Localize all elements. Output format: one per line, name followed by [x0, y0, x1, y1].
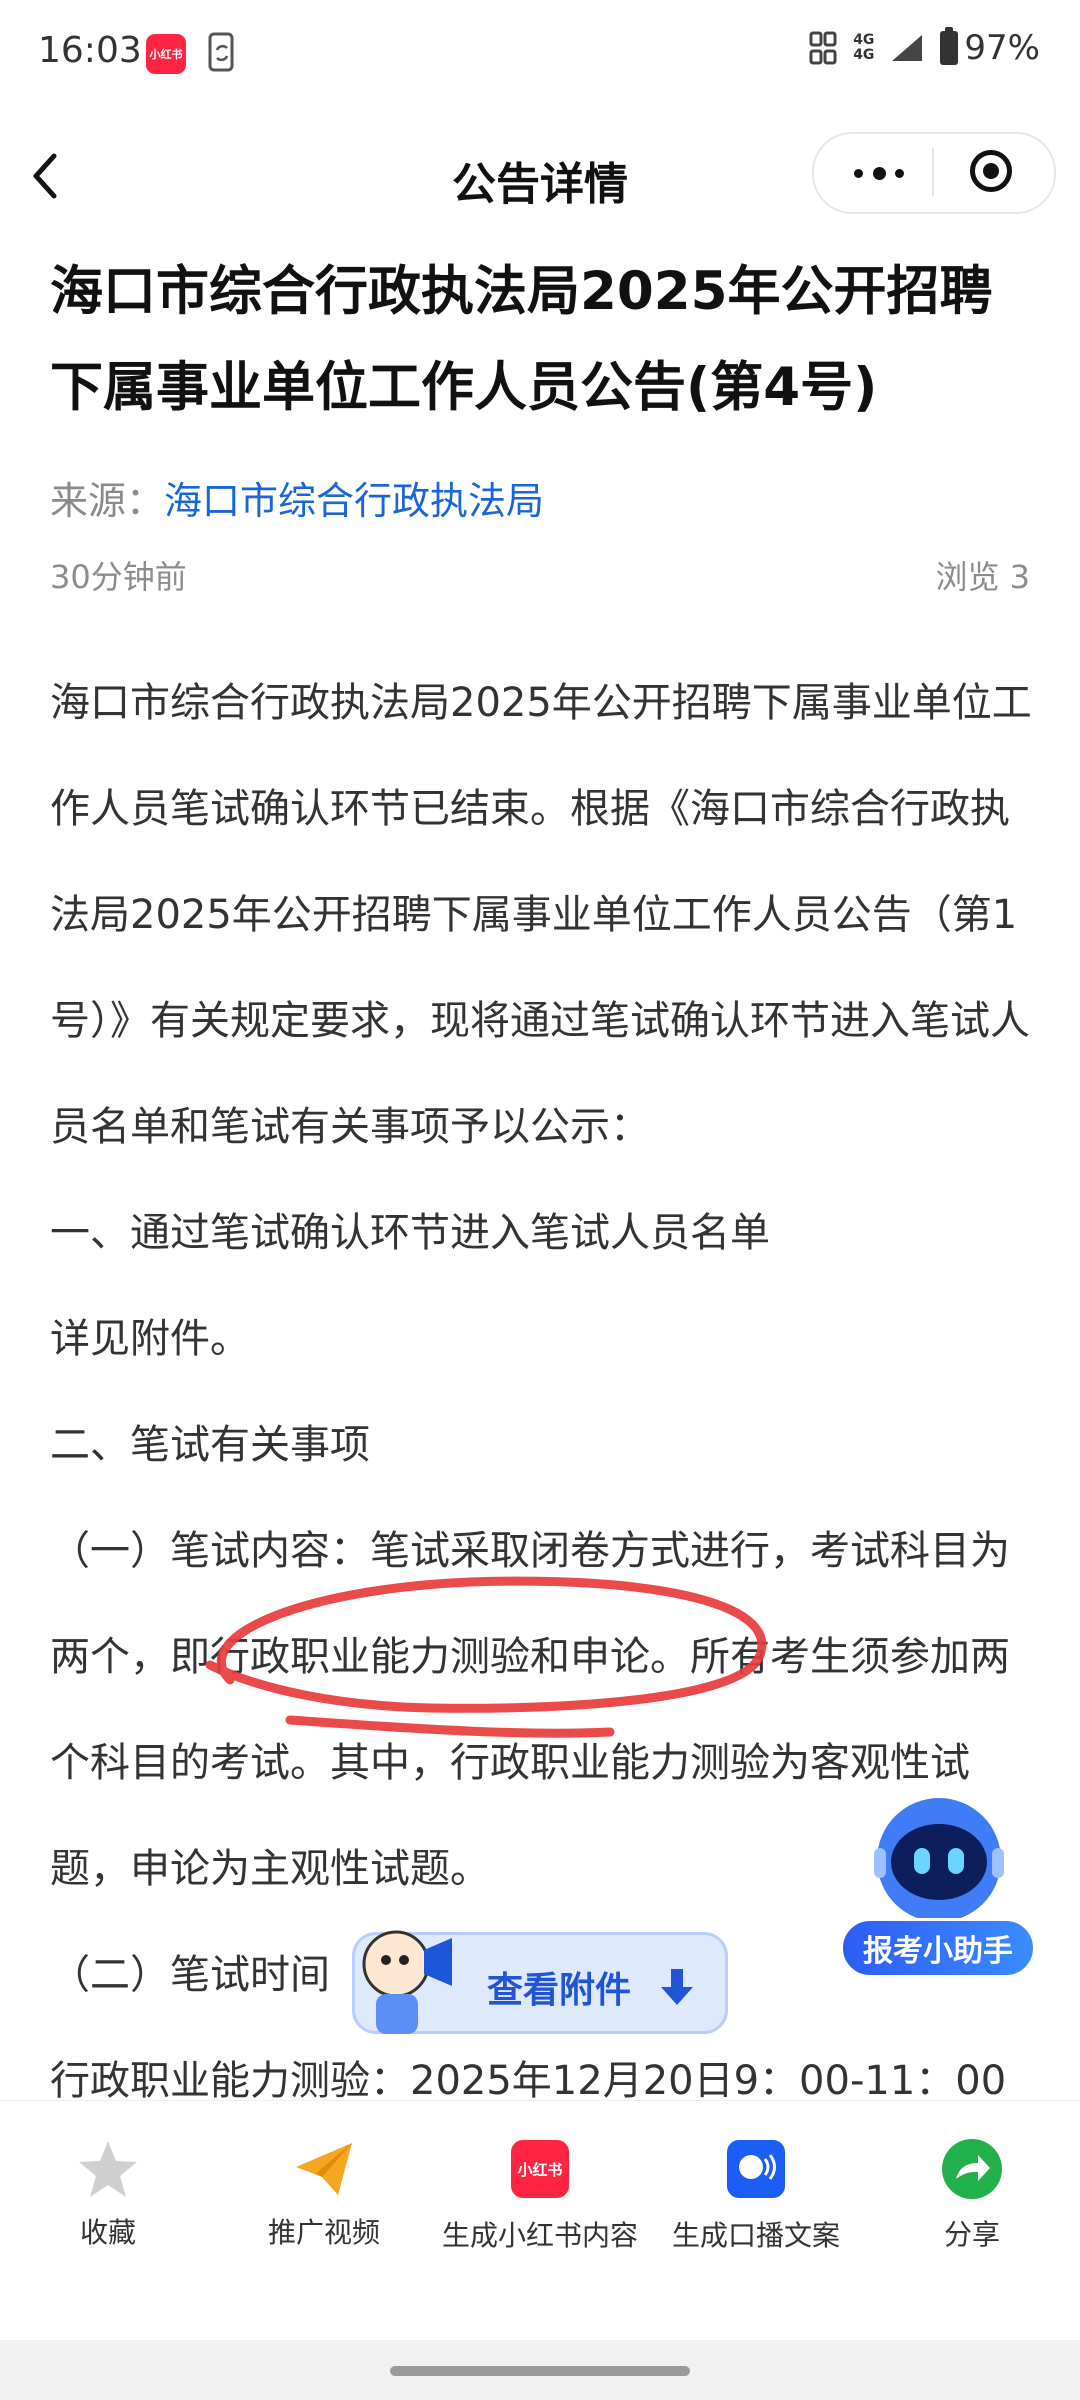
arrow-down-icon — [661, 1969, 693, 2005]
close-miniapp-icon[interactable] — [970, 150, 1012, 192]
promote-video-button[interactable]: 推广视频 — [216, 2137, 432, 2251]
battery-percent: 97% — [964, 28, 1040, 68]
status-indicators: 4G 4G 97% — [809, 27, 1040, 68]
paper-plane-icon — [296, 2143, 352, 2195]
red-marker-circle — [205, 1576, 767, 1738]
battery: 97% — [940, 27, 1040, 68]
promote-video-label: 推广视频 — [267, 2216, 380, 2249]
share-icon — [942, 2139, 1002, 2199]
star-icon — [79, 2141, 137, 2197]
status-time: 16:03 — [38, 30, 142, 71]
exam-assistant[interactable]: 报考小助手 — [840, 1790, 1040, 1980]
paragraph: 一、通过笔试确认环节进入笔试人员名单 — [50, 1210, 770, 1256]
attachment-label: 查看附件 — [487, 1970, 632, 2011]
generate-xhs-label: 生成小红书内容 — [441, 2219, 638, 2252]
signal-icon — [892, 35, 923, 61]
phone-sync-icon — [208, 32, 234, 72]
generate-xhs-button[interactable]: 小红书 生成小红书内容 — [432, 2137, 648, 2254]
favorite-button[interactable]: 收藏 — [0, 2137, 216, 2251]
assistant-label: 报考小助手 — [840, 1918, 1036, 1978]
nav-header: 公告详情 — [0, 120, 1080, 230]
network-type: 4G 4G — [853, 32, 875, 63]
favorite-label: 收藏 — [79, 2216, 136, 2249]
status-bar: 16:03 小红书 4G 4G 97% — [0, 0, 1080, 108]
battery-icon — [940, 27, 959, 65]
source-label: 来源： — [50, 479, 165, 523]
miniapp-capsule — [812, 132, 1056, 214]
paragraph: 海口市综合行政执法局2025年公开招聘下属事业单位工作人员笔试确认环节已结束。根… — [50, 680, 1032, 1150]
source-link[interactable]: 海口市综合行政执法局 — [164, 479, 544, 523]
generate-script-button[interactable]: 生成口播文案 — [648, 2137, 864, 2254]
article-meta: 30分钟前 浏览 3 — [50, 552, 1030, 598]
share-label: 分享 — [943, 2218, 1000, 2251]
share-button[interactable]: 分享 — [864, 2137, 1080, 2253]
bottom-toolbar: 收藏 推广视频 小红书 生成小红书内容 生成口播文案 分享 — [0, 2100, 1080, 2341]
voice-icon — [727, 2140, 785, 2198]
publish-time: 30分钟前 — [50, 558, 187, 596]
xiaohongshu-icon: 小红书 — [511, 2140, 569, 2198]
gesture-area — [0, 2340, 1080, 2400]
paragraph: 详见附件。 — [50, 1316, 250, 1362]
capsule-divider — [932, 148, 934, 196]
paragraph: 二、笔试有关事项 — [50, 1422, 370, 1468]
sim-icon — [809, 31, 837, 65]
article-source: 来源：海口市综合行政执法局 — [50, 470, 544, 525]
generate-script-label: 生成口播文案 — [671, 2219, 840, 2252]
megaphone-mascot-icon — [362, 1930, 452, 2034]
more-options-icon[interactable] — [854, 164, 904, 182]
home-indicator[interactable] — [390, 2366, 690, 2376]
view-count: 浏览 3 — [935, 558, 1030, 596]
xiaohongshu-notification-icon: 小红书 — [146, 34, 186, 74]
article-title: 海口市综合行政执法局2025年公开招聘下属事业单位工作人员公告(第4号) — [50, 261, 993, 418]
